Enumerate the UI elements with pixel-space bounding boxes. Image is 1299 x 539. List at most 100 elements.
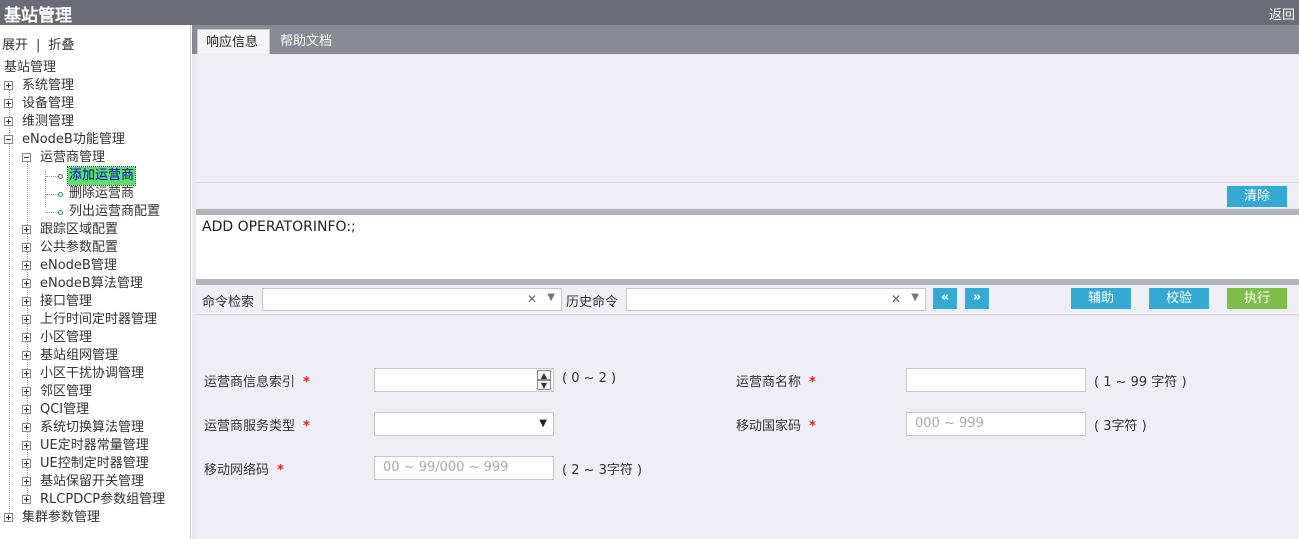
- tree-toolbar: 展开 | 折叠: [2, 34, 74, 53]
- operator-name-input[interactable]: [906, 368, 1086, 392]
- tab-response[interactable]: 响应信息: [197, 29, 270, 54]
- expand-all-link[interactable]: 展开: [2, 38, 28, 53]
- sidebar: 展开 | 折叠 基站管理 系统管理 设备管理 维测管理 eNodeB功能管理 运…: [0, 25, 191, 539]
- expand-icon[interactable]: [22, 423, 31, 432]
- operator-index-spinner[interactable]: ▲ ▼: [374, 368, 554, 392]
- clear-icon[interactable]: ✕: [891, 292, 901, 306]
- title-bar: 基站管理 返回: [0, 0, 1299, 26]
- expand-icon[interactable]: [4, 81, 13, 90]
- tree-item-label: RLCPDCP参数组管理: [40, 492, 166, 507]
- expand-icon[interactable]: [4, 513, 13, 522]
- back-link[interactable]: 返回: [1269, 4, 1295, 23]
- toolbar-separator: |: [36, 38, 41, 53]
- tree-item-label: UE控制定时器管理: [40, 456, 149, 471]
- field-label-text: 运营商信息索引: [204, 375, 296, 390]
- assist-button[interactable]: 辅助: [1071, 288, 1131, 309]
- tree-connector: [46, 176, 58, 177]
- operator-index-label: 运营商信息索引 *: [204, 371, 310, 390]
- tree-item-label: eNodeB管理: [40, 258, 117, 273]
- tree-root-label: 基站管理: [4, 60, 57, 75]
- expand-icon[interactable]: [22, 441, 31, 450]
- collapse-all-link[interactable]: 折叠: [48, 38, 74, 53]
- expand-icon[interactable]: [22, 333, 31, 342]
- leaf-icon: [58, 174, 63, 179]
- expand-icon[interactable]: [22, 297, 31, 306]
- tree-item-label: eNodeB算法管理: [40, 276, 143, 291]
- tab-bar: 响应信息 帮助文档: [192, 25, 1299, 54]
- tree-item-label: 运营商管理: [40, 150, 106, 165]
- next-command-button[interactable]: »: [965, 288, 989, 309]
- decrement-icon[interactable]: ▼: [537, 380, 551, 390]
- tree-item-label: 小区干扰协调管理: [40, 366, 145, 381]
- main-panel: 响应信息 帮助文档 清除 ADD OPERATORINFO:; 命令检索 ✕ ▼…: [192, 25, 1299, 539]
- verify-button[interactable]: 校验: [1149, 288, 1209, 309]
- mcc-input[interactable]: 000 ~ 999: [906, 412, 1086, 436]
- mcc-hint: ( 3字符 ): [1094, 419, 1147, 434]
- tree-item-label: 列出运营商配置: [69, 204, 161, 219]
- tree-item-label: 公共参数配置: [40, 240, 119, 255]
- expand-icon[interactable]: [4, 99, 13, 108]
- tree-item-label: 集群参数管理: [22, 510, 101, 525]
- field-label-text: 运营商名称: [736, 375, 802, 390]
- increment-icon[interactable]: ▲: [537, 370, 551, 380]
- tree-item-label: eNodeB功能管理: [22, 132, 125, 147]
- response-output: [196, 55, 1299, 183]
- required-mark: *: [809, 375, 816, 390]
- expand-icon[interactable]: [22, 243, 31, 252]
- tree-item-label: 跟踪区域配置: [40, 222, 119, 237]
- operator-name-label: 运营商名称 *: [736, 371, 816, 390]
- collapse-icon[interactable]: [4, 135, 13, 144]
- tree-item-label: 设备管理: [22, 96, 75, 111]
- history-command-select[interactable]: ✕ ▼: [626, 288, 926, 311]
- command-toolbar: 命令检索 ✕ ▼ 历史命令 ✕ ▼ « » 辅助 校验 执行: [196, 285, 1299, 315]
- tree-item-label: 接口管理: [40, 294, 93, 309]
- tree-guide-line: [9, 81, 10, 517]
- expand-icon[interactable]: [22, 405, 31, 414]
- required-mark: *: [277, 463, 284, 478]
- field-label-text: 移动网络码: [204, 463, 270, 478]
- chevron-down-icon[interactable]: ▼: [911, 292, 919, 303]
- expand-icon[interactable]: [22, 261, 31, 270]
- tree-item-label: 系统管理: [22, 78, 75, 93]
- clear-icon[interactable]: ✕: [527, 292, 537, 306]
- tab-help[interactable]: 帮助文档: [272, 29, 340, 54]
- tree-item-label: 基站组网管理: [40, 348, 119, 363]
- command-search-input[interactable]: ✕ ▼: [262, 288, 562, 311]
- tree-item-label: 系统切换算法管理: [40, 420, 145, 435]
- chevron-down-icon[interactable]: ▼: [539, 413, 547, 435]
- tree-item-label: 小区管理: [40, 330, 93, 345]
- required-mark: *: [303, 419, 310, 434]
- collapse-icon[interactable]: [22, 153, 31, 162]
- expand-icon[interactable]: [22, 459, 31, 468]
- app-title: 基站管理: [4, 6, 72, 26]
- execute-button[interactable]: 执行: [1227, 288, 1287, 309]
- expand-icon[interactable]: [22, 369, 31, 378]
- previous-command-button[interactable]: «: [933, 288, 957, 309]
- command-editor[interactable]: ADD OPERATORINFO:;: [196, 215, 1299, 279]
- tree-item-label: 添加运营商: [66, 166, 137, 186]
- mnc-input[interactable]: 00 ~ 99/000 ~ 999: [374, 456, 554, 480]
- command-search-label: 命令检索: [202, 295, 255, 310]
- expand-icon[interactable]: [22, 279, 31, 288]
- clear-button[interactable]: 清除: [1227, 186, 1287, 207]
- service-type-select[interactable]: ▼: [374, 412, 554, 436]
- mnc-label: 移动网络码 *: [204, 459, 284, 478]
- expand-icon[interactable]: [22, 225, 31, 234]
- expand-icon[interactable]: [22, 495, 31, 504]
- tree-item-label: QCI管理: [40, 402, 90, 417]
- service-type-label: 运营商服务类型 *: [204, 415, 310, 434]
- expand-icon[interactable]: [22, 477, 31, 486]
- expand-icon[interactable]: [22, 315, 31, 324]
- tree-connector: [46, 194, 58, 195]
- spinner-controls: ▲ ▼: [537, 370, 551, 390]
- required-mark: *: [809, 419, 816, 434]
- expand-icon[interactable]: [22, 387, 31, 396]
- required-mark: *: [303, 375, 310, 390]
- operator-name-hint: ( 1 ~ 99 字符 ): [1094, 375, 1187, 390]
- chevron-down-icon[interactable]: ▼: [547, 292, 555, 303]
- expand-icon[interactable]: [22, 351, 31, 360]
- history-label: 历史命令: [566, 295, 619, 310]
- tree-connector: [46, 212, 58, 213]
- expand-icon[interactable]: [4, 117, 13, 126]
- tree-item-label: 基站保留开关管理: [40, 474, 145, 489]
